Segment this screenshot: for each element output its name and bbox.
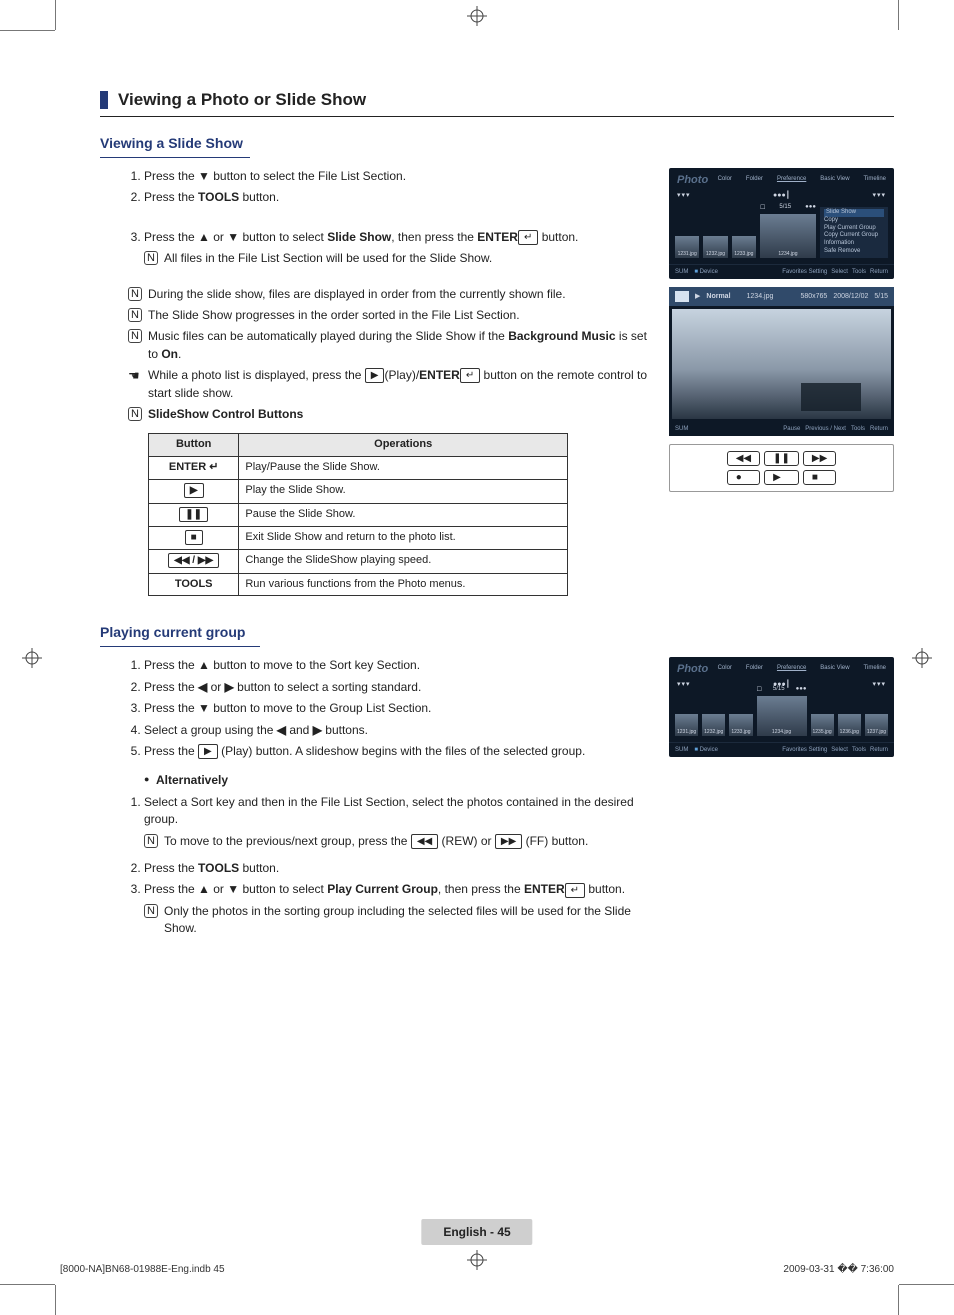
table-cell: Run various functions from the Photo men…	[239, 573, 568, 596]
step-2: Press the ◀ or ▶ button to select a sort…	[144, 679, 651, 696]
step-1: Press the ▼ button to select the File Li…	[144, 168, 651, 185]
note-icon: N	[128, 287, 142, 301]
thumb-selected: 1234.jpg	[760, 214, 816, 258]
note-item: NDuring the slide show, files are displa…	[128, 286, 651, 303]
rec-button: ●	[727, 470, 760, 485]
notes-list: NDuring the slide show, files are displa…	[100, 286, 651, 424]
stop-button: ■	[803, 470, 836, 485]
panel-tabs: ColorFolderPreferenceBasic ViewTimeline	[718, 665, 886, 675]
footer-meta-right: 2009-03-31 �� 7:36:00	[783, 1264, 894, 1275]
table-cell: ENTER ↵	[149, 457, 239, 480]
table-header: Operations	[239, 434, 568, 457]
thumb: 1233.jpg	[732, 236, 756, 258]
rew-button: ◀◀	[727, 451, 760, 466]
thumb: 1232.jpg	[703, 236, 727, 258]
table-cell: ▶	[149, 480, 239, 503]
thumb: 1231.jpg	[675, 236, 699, 258]
rew-icon: ◀◀	[411, 834, 438, 849]
footer-meta-left: [8000-NA]BN68-01988E-Eng.indb 45	[60, 1264, 225, 1275]
section-title: Viewing a Slide Show	[100, 135, 894, 151]
alt-step-3: Press the ▲ or ▼ button to select Play C…	[144, 881, 651, 937]
note-icon: N	[128, 329, 142, 343]
step-3: Press the ▼ button to move to the Group …	[144, 700, 651, 717]
slideshow-control-table: ButtonOperations ENTER ↵Play/Pause the S…	[148, 433, 568, 596]
screenshot-panel-2: ▶Normal 1234.jpg 580x765 2008/12/02 5/15…	[669, 287, 894, 436]
note-icon: N	[144, 904, 158, 918]
play-icon: ▶	[365, 368, 385, 383]
page-heading: Viewing a Photo or Slide Show	[100, 90, 894, 110]
step-4: Select a group using the ◀ and ▶ buttons…	[144, 722, 651, 739]
registration-mark-icon	[467, 1250, 487, 1270]
step-5: Press the ▶ (Play) button. A slideshow b…	[144, 743, 651, 760]
registration-mark-icon	[22, 648, 42, 668]
picture-icon	[675, 291, 689, 302]
table-cell: ◀◀ / ▶▶	[149, 550, 239, 573]
note-icon: N	[144, 251, 158, 265]
panel-title: Photo	[677, 663, 708, 675]
alt-step-1: Select a Sort key and then in the File L…	[144, 794, 651, 850]
step-2: Press the TOOLS button.	[144, 189, 651, 206]
note-icon: N	[128, 308, 142, 322]
note-item: NMusic files can be automatically played…	[128, 328, 651, 363]
panel-title: Photo	[677, 174, 708, 186]
play-icon: ▶	[198, 744, 218, 759]
enter-icon: ↵	[518, 230, 538, 245]
pause-button: ❚❚	[764, 451, 799, 466]
play-button: ▶	[764, 470, 799, 485]
steps-list: Press the ▲ button to move to the Sort k…	[100, 657, 651, 760]
section-title: Playing current group	[100, 624, 894, 640]
panel-tabs: ColorFolderPreferenceBasic ViewTimeline	[718, 176, 886, 186]
page-number: English - 45	[421, 1219, 532, 1245]
table-cell: Change the SlideShow playing speed.	[239, 550, 568, 573]
photo-preview	[672, 309, 891, 419]
context-menu: Slide Show Copy Play Current Group Copy …	[820, 207, 888, 258]
note-item: NThe Slide Show progresses in the order …	[128, 307, 651, 324]
step-3: Press the ▲ or ▼ button to select Slide …	[144, 229, 651, 268]
thumb: 1233.jpg	[729, 714, 752, 736]
note-item: While a photo list is displayed, press t…	[128, 367, 651, 402]
note-item: NSlideShow Control Buttons	[128, 406, 651, 423]
note-icon: N	[128, 407, 142, 421]
registration-mark-icon	[912, 648, 932, 668]
heading-rule	[100, 116, 894, 117]
table-header: Button	[149, 434, 239, 457]
alternatively-heading: Alternatively	[144, 772, 651, 789]
table-cell: TOOLS	[149, 573, 239, 596]
steps-list: Press the ▼ button to select the File Li…	[100, 168, 651, 268]
section-rule	[100, 646, 260, 647]
note-icon: N	[144, 834, 158, 848]
enter-icon: ↵	[460, 368, 480, 383]
step-1: Press the ▲ button to move to the Sort k…	[144, 657, 651, 674]
thumb: 1236.jpg	[838, 714, 861, 736]
remote-buttons: ◀◀ ❚❚ ▶▶ ● ▶ ■	[669, 444, 894, 492]
page-title: Viewing a Photo or Slide Show	[118, 90, 366, 110]
thumb: 1237.jpg	[865, 714, 888, 736]
table-cell: ■	[149, 526, 239, 549]
ff-button: ▶▶	[803, 451, 836, 466]
thumb: 1231.jpg	[675, 714, 698, 736]
registration-mark-icon	[467, 6, 487, 26]
enter-icon: ↵	[565, 883, 585, 898]
table-cell: Play/Pause the Slide Show.	[239, 457, 568, 480]
screenshot-panel-1: Photo ColorFolderPreferenceBasic ViewTim…	[669, 168, 894, 279]
section-rule	[100, 157, 250, 158]
thumb: 1232.jpg	[702, 714, 725, 736]
ff-icon: ▶▶	[495, 834, 522, 849]
thumb-selected: 1234.jpg	[757, 696, 807, 736]
table-cell: Play the Slide Show.	[239, 480, 568, 503]
screenshot-panel-3: Photo ColorFolderPreferenceBasic ViewTim…	[669, 657, 894, 757]
alt-step-2: Press the TOOLS button.	[144, 860, 651, 877]
steps-list-alt: Select a Sort key and then in the File L…	[100, 794, 651, 938]
thumb: 1235.jpg	[811, 714, 834, 736]
table-cell: Pause the Slide Show.	[239, 503, 568, 526]
heading-accent	[100, 91, 108, 109]
table-cell: ❚❚	[149, 503, 239, 526]
table-cell: Exit Slide Show and return to the photo …	[239, 526, 568, 549]
